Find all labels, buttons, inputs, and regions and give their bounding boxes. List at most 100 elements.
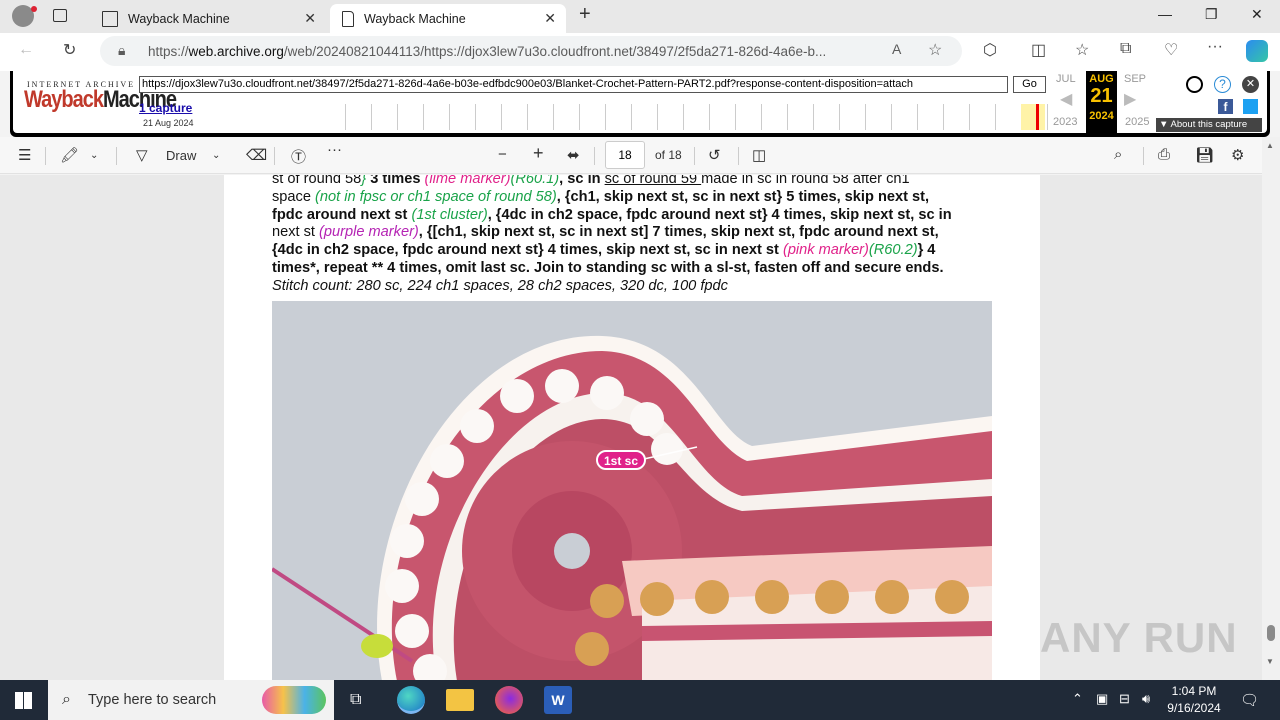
lock-icon[interactable]: 🔒︎: [118, 42, 125, 59]
tray-chevron-up-icon[interactable]: ⌃: [1072, 691, 1083, 707]
account-icon[interactable]: [1186, 76, 1203, 93]
wayback-url-input[interactable]: https://djox3lew7u3o.cloudfront.net/3849…: [139, 76, 1008, 93]
pdf-page: st of round 58} 3 times (lime marker)(R6…: [224, 175, 1040, 680]
back-icon[interactable]: ←: [18, 41, 34, 59]
more-tools-icon[interactable]: ···: [327, 141, 342, 158]
tab-wayback-2-active[interactable]: Wayback Machine ✕: [330, 4, 566, 33]
divider: [594, 147, 595, 165]
divider: [274, 147, 275, 165]
about-capture-label: About this capture: [1170, 119, 1248, 130]
erase-icon[interactable]: ⌫: [246, 146, 267, 164]
notifications-icon[interactable]: 🗨︎: [1240, 691, 1259, 709]
wayback-toolbar: INTERNET ARCHIVE WaybackMachine https://…: [13, 71, 1267, 133]
next-year-label[interactable]: 2025: [1125, 116, 1149, 128]
facebook-icon[interactable]: f: [1218, 99, 1233, 114]
pattern-line-2: space (not in fpsc or ch1 space of round…: [272, 189, 994, 207]
new-tab-icon[interactable]: +: [579, 3, 591, 26]
twitter-icon[interactable]: [1243, 99, 1258, 114]
print-icon[interactable]: ⎙: [1158, 146, 1170, 163]
edge-icon[interactable]: [397, 686, 425, 714]
draw-button[interactable]: Draw: [166, 148, 196, 163]
text-span: fpdc around next st: [272, 206, 412, 223]
restore-icon[interactable]: ❐: [1205, 6, 1218, 23]
word-icon[interactable]: W: [544, 686, 572, 714]
close-window-icon[interactable]: ✕: [1251, 6, 1263, 23]
favorites-icon[interactable]: ☆: [1075, 40, 1089, 60]
captures-link[interactable]: 1 capture: [139, 101, 192, 115]
text-span: {4dc in ch2 space, fpdc around next st} …: [272, 242, 783, 259]
text-span: , {4dc in ch2 space, fpdc around next st…: [487, 206, 952, 223]
anyrun-watermark: ANY RUN: [1040, 614, 1238, 661]
start-windows-icon[interactable]: [15, 692, 32, 709]
close-wayback-icon[interactable]: ✕: [1242, 76, 1259, 93]
next-month-label[interactable]: SEP: [1124, 73, 1146, 85]
timeline-current-marker: [1036, 104, 1039, 130]
settings-gear-icon[interactable]: ⚙: [1231, 146, 1244, 164]
chevron-down-icon[interactable]: ⌄: [90, 150, 98, 161]
contents-icon[interactable]: ☰: [18, 146, 31, 164]
fit-to-page-icon[interactable]: ⬌: [567, 146, 580, 164]
network-icon[interactable]: ⊟: [1119, 691, 1130, 707]
refresh-icon[interactable]: ↻: [63, 40, 76, 60]
help-icon[interactable]: ?: [1214, 76, 1231, 93]
stitch-count: Stitch count: 280 sc, 224 ch1 spaces, 28…: [272, 277, 728, 294]
read-aloud-icon[interactable]: A: [892, 41, 901, 57]
go-button[interactable]: Go: [1013, 76, 1046, 93]
copilot-icon[interactable]: [1246, 40, 1268, 62]
current-capture-date: AUG 21 2024: [1086, 71, 1117, 133]
chevron-down-icon[interactable]: ⌄: [212, 150, 220, 161]
save-icon[interactable]: 💾︎: [1195, 146, 1214, 164]
divider: [694, 147, 695, 165]
page-count: of 18: [655, 148, 682, 162]
scroll-up-icon[interactable]: ▲: [1266, 141, 1274, 150]
text-span: (1st cluster): [411, 206, 488, 223]
search-highlight-icon: [262, 686, 326, 714]
text-span: next st: [272, 224, 320, 241]
url-domain: web.archive.org: [188, 43, 284, 59]
firefox-icon[interactable]: [495, 686, 523, 714]
about-capture-button[interactable]: ▼ About this capture: [1156, 118, 1262, 132]
tab-wayback-1[interactable]: Wayback Machine ✕: [90, 4, 326, 33]
pattern-line-1: st of round 58} 3 times (lime marker)(R6…: [272, 175, 994, 189]
extensions-icon[interactable]: ⬡: [983, 40, 997, 60]
file-explorer-icon[interactable]: [446, 689, 474, 711]
scrollbar-thumb[interactable]: [1267, 625, 1275, 641]
scrollbar[interactable]: ▲ ▼: [1262, 137, 1280, 680]
volume-icon[interactable]: 🔊︎: [1142, 691, 1150, 707]
close-tab-icon[interactable]: ✕: [544, 10, 556, 27]
scroll-down-icon[interactable]: ▼: [1266, 657, 1274, 666]
search-icon[interactable]: ⌕: [1114, 146, 1122, 163]
divider: [1143, 147, 1144, 165]
page-number-input[interactable]: 18: [605, 141, 645, 169]
prev-month-label[interactable]: JUL: [1056, 73, 1076, 85]
add-text-icon[interactable]: Ⓣ: [291, 146, 306, 167]
tab-actions-icon[interactable]: [53, 9, 67, 22]
prev-year-label[interactable]: 2023: [1053, 116, 1077, 128]
browser-essentials-icon[interactable]: ♡: [1164, 40, 1178, 60]
current-month: AUG: [1089, 73, 1114, 85]
zoom-out-icon[interactable]: −: [498, 146, 507, 163]
close-tab-icon[interactable]: ✕: [304, 10, 316, 27]
rotate-icon[interactable]: ↺: [708, 146, 721, 164]
tab-title: Wayback Machine: [128, 11, 230, 26]
url-rest: /web/20240821044113/https://djox3lew7u3o…: [283, 43, 827, 59]
tray-device-icon[interactable]: ▣: [1096, 691, 1108, 707]
task-view-icon[interactable]: ⧉: [350, 691, 361, 709]
next-capture-icon[interactable]: ▶: [1124, 89, 1136, 109]
capture-timeline[interactable]: [320, 104, 1050, 130]
text-span: , {[ch1, skip next st, sc in next st] 7 …: [418, 224, 939, 241]
taskbar-search-box[interactable]: ⌕ Type here to search: [48, 680, 334, 720]
prev-capture-icon[interactable]: ◀: [1060, 89, 1072, 109]
collections-icon[interactable]: ⧉: [1120, 40, 1131, 58]
minimize-icon[interactable]: —: [1158, 6, 1172, 22]
address-bar[interactable]: 🔒︎ https://web.archive.org/web/202408210…: [100, 36, 962, 66]
more-menu-icon[interactable]: ···: [1207, 38, 1223, 56]
split-screen-icon[interactable]: ◫: [1031, 40, 1046, 60]
highlight-icon[interactable]: 🖍︎: [60, 146, 79, 164]
zoom-in-icon[interactable]: +: [533, 143, 544, 164]
system-clock[interactable]: 1:04 PM 9/16/2024: [1160, 683, 1228, 717]
favorite-star-icon[interactable]: ☆: [928, 40, 942, 60]
page-view-icon[interactable]: ◫: [752, 146, 766, 164]
draw-icon[interactable]: ▽: [136, 146, 148, 164]
text-span: } 4: [917, 242, 936, 259]
